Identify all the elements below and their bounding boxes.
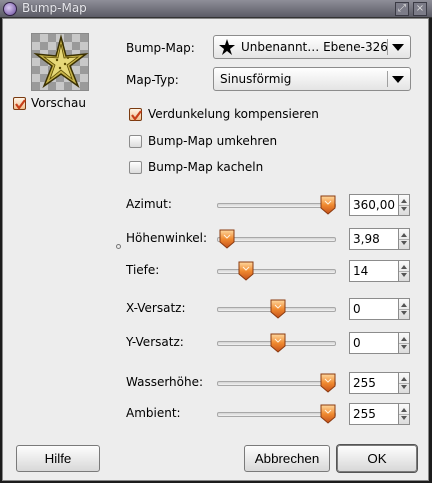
spin-down-icon[interactable] (401, 273, 407, 277)
ok-button[interactable]: OK (337, 445, 417, 472)
map-type-label: Map-Typ: (126, 73, 179, 87)
app-icon[interactable] (3, 2, 17, 16)
star-preview-image (33, 34, 89, 89)
slider-track[interactable] (217, 269, 336, 274)
slider-label: Höhenwinkel: (126, 231, 207, 245)
spin-buttons[interactable] (398, 228, 410, 250)
spin-down-icon[interactable] (401, 385, 407, 389)
slider-track[interactable] (217, 381, 336, 386)
preview-thumbnail[interactable] (31, 33, 89, 91)
slider-value: 360,00 (353, 198, 395, 212)
slider-value: 0 (353, 336, 361, 350)
slider-thumb[interactable] (320, 373, 336, 393)
invert-bump-map-label: Bump-Map umkehren (148, 134, 278, 148)
slider-thumb[interactable] (238, 261, 254, 281)
spin-buttons[interactable] (398, 298, 410, 320)
slider-label: Wasserhöhe: (126, 375, 204, 389)
spin-up-icon[interactable] (401, 377, 407, 381)
spin-down-icon[interactable] (401, 241, 407, 245)
combo-separator (387, 39, 388, 55)
spin-down-icon[interactable] (401, 345, 407, 349)
slider-value: 14 (353, 264, 369, 278)
slider-track[interactable] (217, 203, 336, 208)
bump-map-dialog: Vorschau Bump-Map: Unbenannt… Ebene-326 … (2, 18, 429, 481)
spin-up-icon[interactable] (401, 233, 407, 237)
map-type-value: Sinusförmig (220, 72, 292, 86)
spin-buttons[interactable] (398, 194, 410, 216)
slider-value: 255 (353, 407, 376, 421)
bump-map-label: Bump-Map: (126, 41, 195, 55)
title-bar[interactable]: Bump-Map ⤢ × (0, 0, 432, 18)
slider-thumb[interactable] (270, 333, 286, 353)
slider-value: 0 (353, 302, 361, 316)
spin-down-icon[interactable] (401, 311, 407, 315)
slider-value: 255 (353, 376, 376, 390)
slider-label: Ambient: (126, 406, 181, 420)
compensate-darkening-label: Verdunkelung kompensieren (148, 107, 319, 121)
slider-thumb[interactable] (219, 229, 235, 249)
invert-bump-map-checkbox[interactable] (129, 135, 142, 148)
tile-bump-map-checkbox[interactable] (129, 161, 142, 174)
spin-buttons[interactable] (398, 403, 410, 425)
bump-map-select[interactable]: Unbenannt… Ebene-326 (213, 35, 411, 59)
spin-buttons[interactable] (398, 372, 410, 394)
chain-link-icon (116, 244, 121, 249)
tile-bump-map-label: Bump-Map kacheln (148, 160, 264, 174)
star-icon (219, 39, 235, 55)
cancel-button[interactable]: Abbrechen (244, 445, 330, 472)
spin-up-icon[interactable] (401, 199, 407, 203)
slider-thumb[interactable] (320, 404, 336, 424)
spin-buttons[interactable] (398, 332, 410, 354)
help-button[interactable]: Hilfe (16, 445, 100, 472)
slider-label: Y-Versatz: (126, 335, 184, 349)
chevron-down-icon (392, 44, 404, 51)
slider-label: X-Versatz: (126, 301, 186, 315)
spin-up-icon[interactable] (401, 303, 407, 307)
resize-icon[interactable]: ⤢ (395, 2, 409, 16)
combo-separator (387, 71, 388, 87)
spin-up-icon[interactable] (401, 337, 407, 341)
slider-label: Tiefe: (126, 263, 160, 277)
map-type-select[interactable]: Sinusförmig (213, 67, 411, 91)
slider-value: 3,98 (353, 232, 380, 246)
slider-thumb[interactable] (270, 299, 286, 319)
close-icon[interactable]: × (413, 2, 427, 16)
spin-down-icon[interactable] (401, 416, 407, 420)
bump-map-value: Unbenannt… Ebene-326 (241, 40, 388, 54)
preview-label: Vorschau (31, 96, 86, 110)
slider-label: Azimut: (126, 197, 172, 211)
spin-buttons[interactable] (398, 260, 410, 282)
spin-up-icon[interactable] (401, 265, 407, 269)
chevron-down-icon (392, 76, 404, 83)
preview-checkbox[interactable] (13, 97, 26, 110)
slider-track[interactable] (217, 412, 336, 417)
spin-up-icon[interactable] (401, 408, 407, 412)
compensate-darkening-checkbox[interactable] (129, 108, 142, 121)
window-title: Bump-Map (22, 1, 87, 15)
spin-down-icon[interactable] (401, 207, 407, 211)
slider-thumb[interactable] (320, 195, 336, 215)
